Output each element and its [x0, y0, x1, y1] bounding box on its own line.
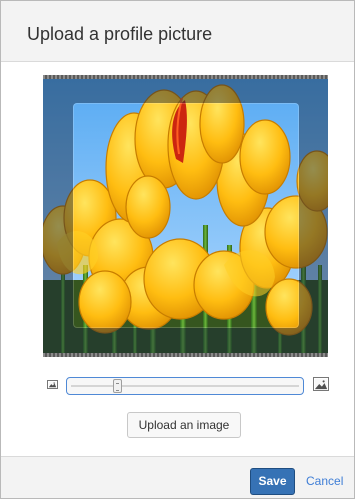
cropper-bottom-edge [43, 353, 328, 357]
zoom-slider-track [71, 385, 299, 387]
image-cropper[interactable] [43, 75, 328, 357]
save-button[interactable]: Save [250, 468, 295, 495]
cancel-link[interactable]: Cancel [306, 474, 343, 488]
dialog-header: Upload a profile picture [1, 1, 354, 62]
cropper-top-edge [43, 75, 328, 79]
zoom-control [1, 376, 354, 400]
upload-profile-picture-dialog: Upload a profile picture Upload an image… [0, 0, 355, 499]
zoom-out-image-icon[interactable] [47, 380, 58, 389]
dialog-title: Upload a profile picture [27, 24, 213, 44]
zoom-slider[interactable] [66, 377, 304, 395]
crop-selection-frame[interactable] [73, 103, 299, 328]
dialog-footer: Save Cancel [1, 456, 354, 498]
zoom-in-image-icon[interactable] [313, 377, 329, 391]
profile-picture-page: Upload a profile picture Upload an image… [0, 0, 355, 499]
zoom-slider-thumb[interactable] [113, 379, 123, 393]
upload-image-button[interactable]: Upload an image [127, 412, 241, 438]
